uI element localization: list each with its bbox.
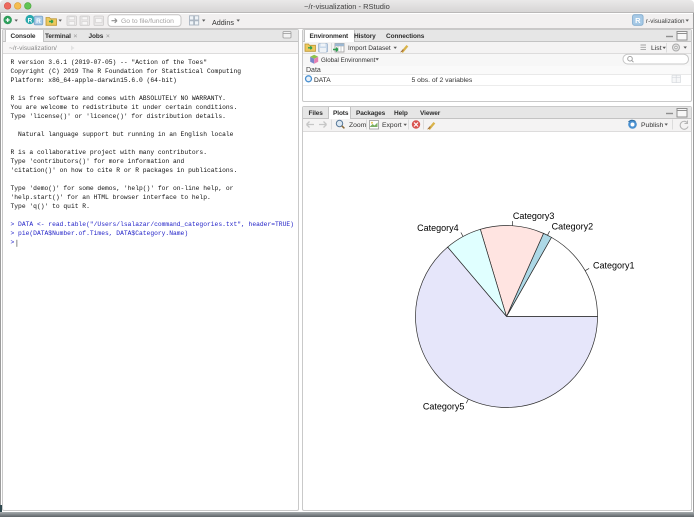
svg-text:Category2: Category2 <box>552 222 594 232</box>
svg-text:Category1: Category1 <box>593 260 635 270</box>
svg-text:Category5: Category5 <box>423 402 465 412</box>
svg-text:Category4: Category4 <box>417 223 459 233</box>
svg-text:Category3: Category3 <box>513 211 555 221</box>
